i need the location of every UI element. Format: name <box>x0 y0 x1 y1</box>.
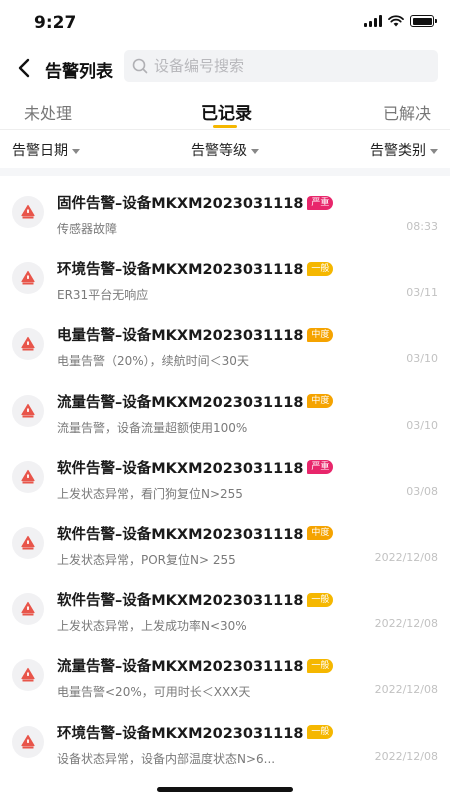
battery-icon <box>410 15 437 27</box>
alarm-item[interactable]: 流量告警–设备MKXM2023031118 一般 电量告警<20%，可用时长＜X… <box>0 643 450 709</box>
status-time: 9:27 <box>34 13 77 33</box>
alarm-item[interactable]: 软件告警–设备MKXM2023031118 严重 上发状态异常，看门狗复位N>2… <box>0 445 450 511</box>
level-badge: 一般 <box>307 658 334 673</box>
level-badge: 一般 <box>307 592 334 607</box>
alarm-item[interactable]: 固件告警–设备MKXM2023031118 严重 传感器故障 08:33 <box>0 180 450 246</box>
alarm-title: 软件告警–设备MKXM2023031118 <box>57 593 304 610</box>
alarm-description: 设备状态异常，设备内部温度状态N>6... <box>57 751 276 766</box>
filter-bar: 告警日期 告警等级 告警类别 <box>0 130 450 168</box>
alarm-time: 03/10 <box>406 418 438 432</box>
alarm-title-row: 软件告警–设备MKXM2023031118 一般 <box>57 589 334 610</box>
alarm-time: 08:33 <box>406 220 438 233</box>
alarm-icon <box>12 659 44 692</box>
divider <box>0 168 450 176</box>
alarm-title-row: 固件告警–设备MKXM2023031118 严重 <box>57 192 334 213</box>
alarm-icon <box>12 460 44 493</box>
alarm-description: 传感器故障 <box>57 222 118 236</box>
alarm-item[interactable]: 环境告警–设备MKXM2023031118 一般 ER31平台无响应 03/11 <box>0 246 450 312</box>
search-box[interactable] <box>124 50 438 82</box>
filter-alarm-level[interactable]: 告警等级 <box>191 140 259 160</box>
alarm-time: 03/08 <box>406 484 438 498</box>
alarm-list: 固件告警–设备MKXM2023031118 严重 传感器故障 08:33 环境告… <box>0 180 450 776</box>
alarm-title-row: 环境告警–设备MKXM2023031118 一般 <box>57 722 334 743</box>
alarm-title: 固件告警–设备MKXM2023031118 <box>57 196 304 212</box>
alarm-icon <box>12 328 44 361</box>
alarm-title: 软件告警–设备MKXM2023031118 <box>57 526 304 543</box>
alarm-description: 电量告警<20%，可用时长＜XXX天 <box>57 685 251 700</box>
alarm-item[interactable]: 流量告警–设备MKXM2023031118 中度 流量告警，设备流量超额使用10… <box>0 379 450 445</box>
status-icons <box>364 15 437 27</box>
alarm-icon <box>12 725 44 758</box>
alarm-title-row: 电量告警–设备MKXM2023031118 中度 <box>57 324 334 345</box>
alarm-title-row: 流量告警–设备MKXM2023031118 一般 <box>57 655 334 676</box>
level-badge: 中度 <box>307 327 334 342</box>
status-bar: 9:27 <box>0 0 450 46</box>
alarm-icon <box>12 394 44 427</box>
alarm-item[interactable]: 电量告警–设备MKXM2023031118 中度 电量告警（20%），续航时间＜… <box>0 312 450 378</box>
alarm-description: 上发状态异常，POR复位N> 255 <box>57 552 236 567</box>
alarm-title-row: 软件告警–设备MKXM2023031118 中度 <box>57 523 334 544</box>
level-badge: 中度 <box>307 394 334 409</box>
alarm-description: 上发状态异常，看门狗复位N>255 <box>57 486 243 501</box>
alarm-title: 环境告警–设备MKXM2023031118 <box>57 725 304 742</box>
alarm-title: 电量告警–设备MKXM2023031118 <box>57 328 304 345</box>
caret-down-icon <box>430 148 438 154</box>
alarm-time: 2022/12/08 <box>374 683 438 697</box>
tab-unprocessed[interactable]: 未处理 <box>24 100 72 124</box>
alarm-icon <box>12 196 44 228</box>
filter-label: 告警日期 <box>12 143 68 159</box>
caret-down-icon <box>72 148 80 154</box>
tab-resolved[interactable]: 已解决 <box>383 100 431 124</box>
level-badge: 中度 <box>307 526 334 541</box>
search-input[interactable] <box>154 57 414 75</box>
alarm-description: 电量告警（20%），续航时间＜30天 <box>57 354 249 369</box>
alarm-description: 流量告警，设备流量超额使用100% <box>57 420 248 435</box>
alarm-icon <box>12 262 44 295</box>
filter-label: 告警类别 <box>370 143 426 159</box>
filter-alarm-category[interactable]: 告警类别 <box>370 140 438 160</box>
alarm-title: 软件告警–设备MKXM2023031118 <box>57 460 304 477</box>
alarm-time: 2022/12/08 <box>374 749 438 763</box>
alarm-description: 上发状态异常，上发成功率N<30% <box>57 619 247 634</box>
alarm-item[interactable]: 环境告警–设备MKXM2023031118 一般 设备状态异常，设备内部温度状态… <box>0 710 450 776</box>
tab-bar: 未处理 已记录 已解决 <box>0 90 450 130</box>
level-badge: 严重 <box>307 460 334 475</box>
level-badge: 严重 <box>307 195 334 210</box>
alarm-time: 03/11 <box>406 286 438 300</box>
alarm-time: 2022/12/08 <box>374 550 438 564</box>
alarm-title-row: 环境告警–设备MKXM2023031118 一般 <box>57 258 334 279</box>
filter-label: 告警等级 <box>191 143 247 159</box>
caret-down-icon <box>251 148 259 154</box>
home-indicator <box>157 787 293 792</box>
alarm-icon <box>12 593 44 626</box>
alarm-title-row: 软件告警–设备MKXM2023031118 严重 <box>57 457 334 478</box>
filter-alarm-date[interactable]: 告警日期 <box>12 140 80 160</box>
alarm-description: ER31平台无响应 <box>57 288 149 303</box>
alarm-title: 流量告警–设备MKXM2023031118 <box>57 659 304 676</box>
alarm-title: 环境告警–设备MKXM2023031118 <box>57 262 304 279</box>
level-badge: 一般 <box>307 725 334 739</box>
alarm-icon <box>12 526 44 559</box>
alarm-time: 2022/12/08 <box>374 617 438 631</box>
alarm-title-row: 流量告警–设备MKXM2023031118 中度 <box>57 391 334 412</box>
page-title: 告警列表 <box>45 62 113 82</box>
alarm-title: 流量告警–设备MKXM2023031118 <box>57 394 304 411</box>
signal-icon <box>364 15 382 27</box>
active-tab-indicator <box>213 125 237 128</box>
wifi-icon <box>388 15 404 27</box>
level-badge: 一般 <box>307 261 334 276</box>
back-button[interactable] <box>12 54 36 82</box>
tab-recorded[interactable]: 已记录 <box>201 99 252 124</box>
chevron-left-icon <box>18 58 30 78</box>
alarm-item[interactable]: 软件告警–设备MKXM2023031118 一般 上发状态异常，上发成功率N<3… <box>0 577 450 643</box>
search-icon <box>132 58 148 74</box>
header: 告警列表 <box>0 46 450 90</box>
alarm-item[interactable]: 软件告警–设备MKXM2023031118 中度 上发状态异常，POR复位N> … <box>0 511 450 577</box>
alarm-time: 03/10 <box>406 352 438 366</box>
